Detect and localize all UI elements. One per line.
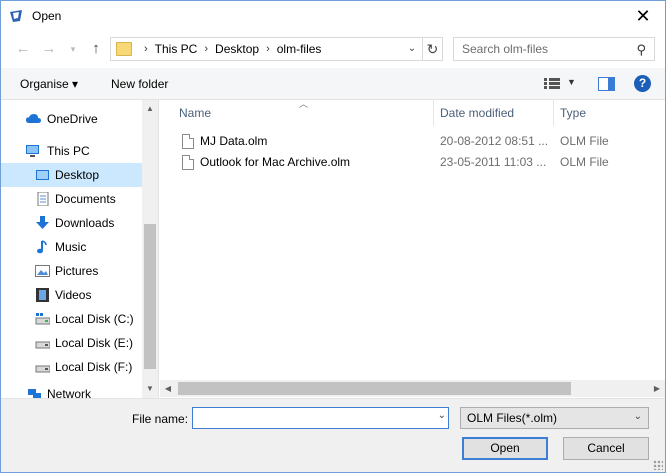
open-dialog: Open ✕ ← → ▾ ↑ › This PC › Desktop › olm…	[0, 0, 666, 473]
nav-scrollbar[interactable]: ▲ ▼	[142, 100, 158, 398]
nav-scrollbar-thumb[interactable]	[144, 224, 156, 369]
computer-icon	[26, 145, 39, 157]
file-row[interactable]: Outlook for Mac Archive.olm 23-05-2011 1…	[160, 152, 665, 173]
forward-button[interactable]: →	[40, 39, 58, 59]
title-bar: Open ✕	[1, 1, 665, 31]
help-icon[interactable]: ?	[634, 75, 651, 92]
preview-pane-icon[interactable]	[598, 77, 615, 91]
file-icon	[182, 155, 194, 170]
column-header-date-modified[interactable]: Date modified	[440, 106, 514, 120]
column-header-type[interactable]: Type	[560, 106, 586, 120]
nav-item-music[interactable]: Music	[1, 235, 142, 259]
breadcrumb-separator[interactable]: ›	[197, 43, 215, 55]
breadcrumb-separator[interactable]: ›	[137, 43, 155, 55]
drive-icon	[35, 365, 50, 373]
nav-item-local-disk-c[interactable]: Local Disk (C:)	[1, 307, 142, 331]
scroll-up-icon[interactable]: ▲	[142, 104, 158, 113]
column-divider[interactable]	[433, 100, 434, 126]
drive-icon	[35, 313, 50, 325]
nav-item-downloads[interactable]: Downloads	[1, 211, 142, 235]
chevron-down-icon: ⌄	[633, 411, 642, 422]
file-list: ︿ Name Date modified Type MJ Data.olm 20…	[160, 99, 665, 398]
refresh-button[interactable]: ↻	[422, 38, 442, 60]
file-icon	[182, 134, 194, 149]
desktop-icon	[36, 170, 49, 180]
up-arrow-icon: ↑	[92, 40, 100, 57]
nav-item-local-disk-e[interactable]: Local Disk (E:)	[1, 331, 142, 355]
search-input[interactable]: Search olm-files	[462, 42, 548, 56]
nav-item-this-pc[interactable]: This PC	[1, 139, 142, 163]
file-name: Outlook for Mac Archive.olm	[200, 155, 351, 169]
file-date: 23-05-2011 11:03 ...	[440, 155, 547, 169]
forward-arrow-icon: →	[41, 40, 57, 57]
breadcrumb-separator[interactable]: ›	[259, 43, 277, 55]
nav-item-pictures[interactable]: Pictures	[1, 259, 142, 283]
back-arrow-icon: ←	[15, 40, 31, 57]
file-type-value: OLM Files(*.olm)	[467, 411, 558, 425]
nav-item-documents[interactable]: Documents	[1, 187, 142, 211]
chevron-down-icon: ⌄	[407, 43, 417, 54]
file-date: 20-08-2012 08:51 ...	[440, 134, 549, 148]
documents-icon	[37, 192, 49, 206]
nav-item-network[interactable]: Network	[1, 384, 142, 398]
scroll-down-icon[interactable]: ▼	[142, 384, 158, 393]
app-icon	[10, 10, 22, 22]
file-name-field[interactable]	[196, 410, 426, 426]
nav-item-onedrive[interactable]: OneDrive	[1, 107, 142, 131]
nav-item-local-disk-f[interactable]: Local Disk (F:)	[1, 355, 142, 379]
horizontal-scrollbar-thumb[interactable]	[178, 382, 571, 395]
breadcrumb-desktop[interactable]: Desktop	[215, 42, 259, 56]
close-icon: ✕	[635, 6, 651, 26]
close-button[interactable]: ✕	[631, 5, 655, 27]
file-name: MJ Data.olm	[200, 134, 268, 148]
back-button[interactable]: ←	[14, 39, 32, 59]
download-arrow-icon	[36, 216, 49, 229]
recent-locations-button[interactable]: ▾	[64, 39, 82, 59]
file-type: OLM File	[560, 155, 609, 169]
cloud-icon	[26, 114, 41, 123]
new-folder-button[interactable]: New folder	[111, 77, 168, 91]
network-icon	[28, 389, 41, 398]
pictures-icon	[35, 265, 50, 277]
file-row[interactable]: MJ Data.olm 20-08-2012 08:51 ... OLM Fil…	[160, 131, 665, 152]
address-dropdown-button[interactable]: ⌄	[402, 38, 422, 60]
resize-grip-icon[interactable]	[653, 460, 663, 470]
music-note-icon	[37, 240, 47, 254]
breadcrumb-this-pc[interactable]: This PC	[155, 42, 198, 56]
file-type: OLM File	[560, 134, 609, 148]
breadcrumb-olm-files[interactable]: olm-files	[277, 42, 322, 56]
chevron-down-icon: ▾	[70, 44, 76, 54]
column-divider[interactable]	[553, 100, 554, 126]
file-list-horizontal-scrollbar[interactable]: ◀ ▶	[160, 380, 665, 397]
column-header-name[interactable]: Name	[179, 106, 211, 120]
organise-button[interactable]: Organise ▾	[20, 77, 78, 91]
breadcrumb: › This PC › Desktop › olm-files	[137, 42, 321, 56]
search-box[interactable]: Search olm-files ⚲	[453, 37, 655, 61]
view-options-icon[interactable]	[544, 77, 560, 90]
scroll-left-icon[interactable]: ◀	[160, 384, 176, 393]
nav-item-videos[interactable]: Videos	[1, 283, 142, 307]
file-name-label: File name:	[132, 412, 189, 426]
search-icon: ⚲	[636, 42, 646, 57]
scroll-right-icon[interactable]: ▶	[649, 384, 665, 393]
sort-ascending-icon: ︿	[299, 99, 309, 109]
folder-icon	[116, 42, 132, 56]
up-button[interactable]: ↑	[87, 39, 105, 59]
cancel-button[interactable]: Cancel	[563, 437, 649, 460]
address-bar[interactable]: › This PC › Desktop › olm-files ⌄ ↻	[110, 37, 443, 61]
navigation-pane: OneDrive This PC Desktop Documents Downl…	[1, 100, 159, 398]
column-header-row: ︿ Name Date modified Type	[160, 99, 665, 126]
refresh-icon: ↻	[426, 41, 439, 57]
nav-item-desktop[interactable]: Desktop	[1, 163, 142, 187]
chevron-down-icon[interactable]: ⌄	[438, 410, 446, 421]
open-button[interactable]: Open	[462, 437, 548, 460]
dialog-footer: File name: ⌄ OLM Files(*.olm) ⌄ Open Can…	[1, 398, 665, 472]
film-icon	[36, 288, 49, 302]
command-bar: Organise ▾ New folder ▼ ?	[1, 68, 665, 100]
drive-icon	[35, 341, 50, 349]
window-title: Open	[32, 9, 62, 23]
view-dropdown-icon[interactable]: ▼	[567, 77, 576, 87]
file-type-select[interactable]: OLM Files(*.olm) ⌄	[460, 407, 649, 429]
file-name-combobox[interactable]: ⌄	[192, 407, 449, 429]
